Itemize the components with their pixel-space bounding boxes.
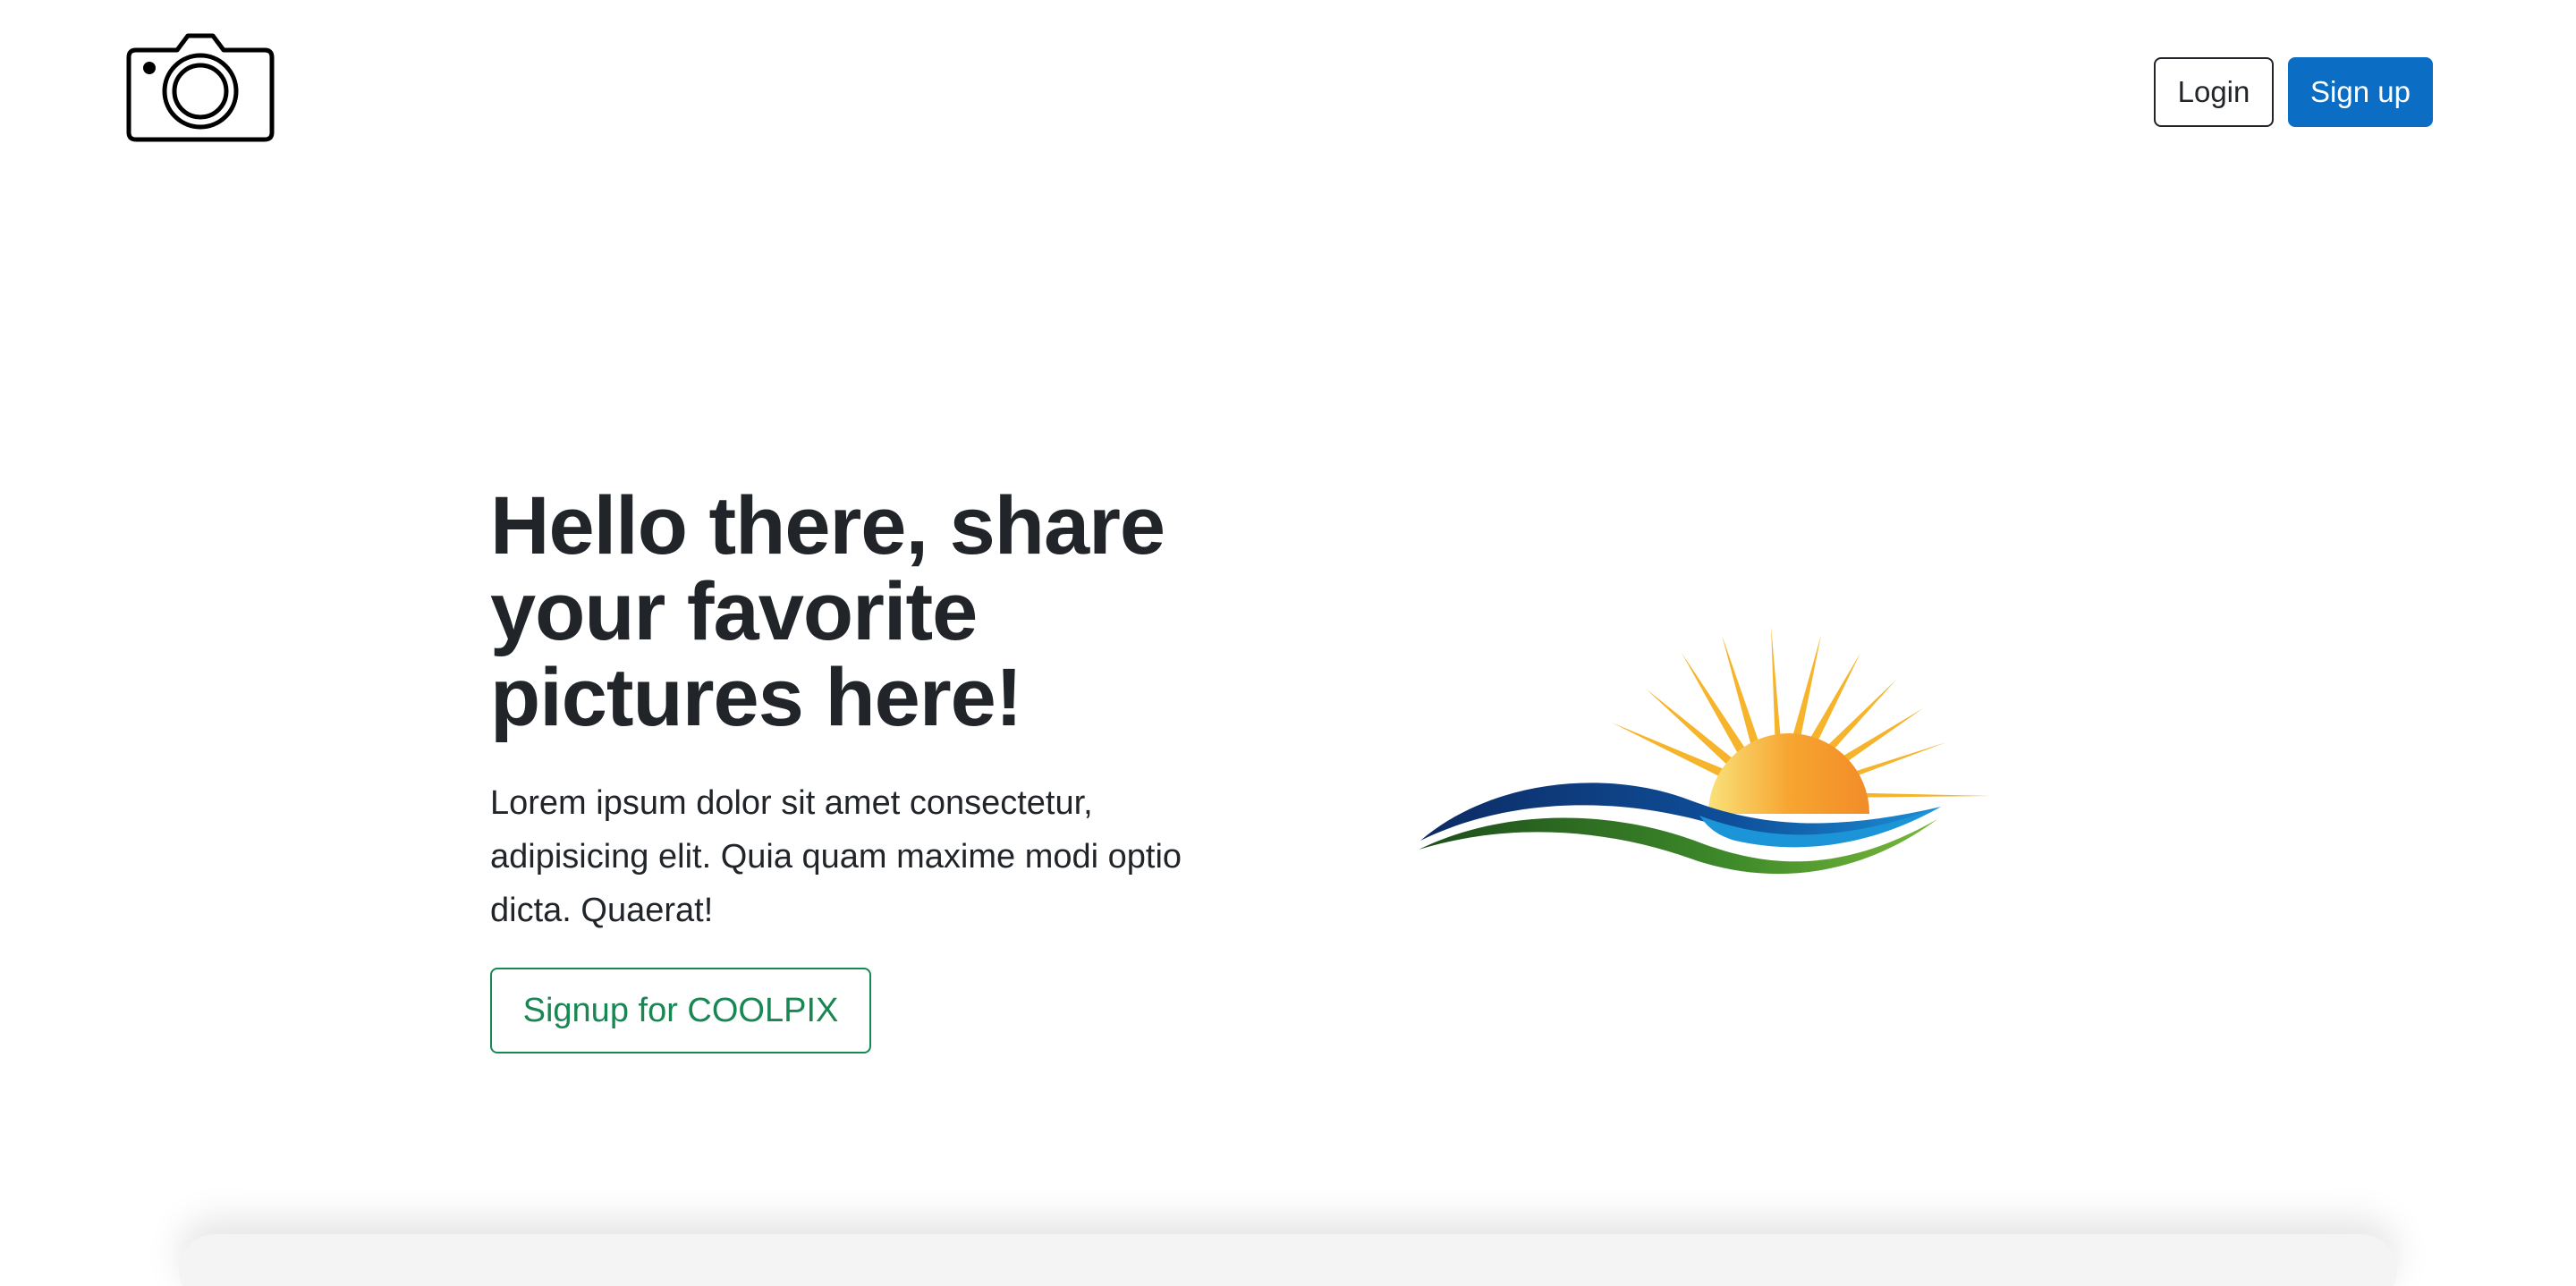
- login-button[interactable]: Login: [2154, 57, 2274, 127]
- hero-section: Hello there, share your favorite picture…: [490, 483, 1224, 1053]
- header: Login Sign up: [0, 0, 2576, 179]
- sunrise-logo-icon: [1413, 608, 2004, 885]
- hero-lead: Lorem ipsum dolor sit amet consectetur, …: [490, 784, 1182, 929]
- auth-buttons: Login Sign up: [2154, 57, 2433, 127]
- signup-coolpix-button[interactable]: Signup for COOLPIX: [490, 968, 871, 1053]
- landing-page: Login Sign up Hello there, share your fa…: [0, 0, 2576, 1286]
- bottom-section-edge: [179, 1234, 2397, 1286]
- hero-title: Hello there, share your favorite picture…: [490, 480, 1165, 743]
- signup-button[interactable]: Sign up: [2288, 57, 2433, 127]
- camera-icon[interactable]: [125, 30, 275, 143]
